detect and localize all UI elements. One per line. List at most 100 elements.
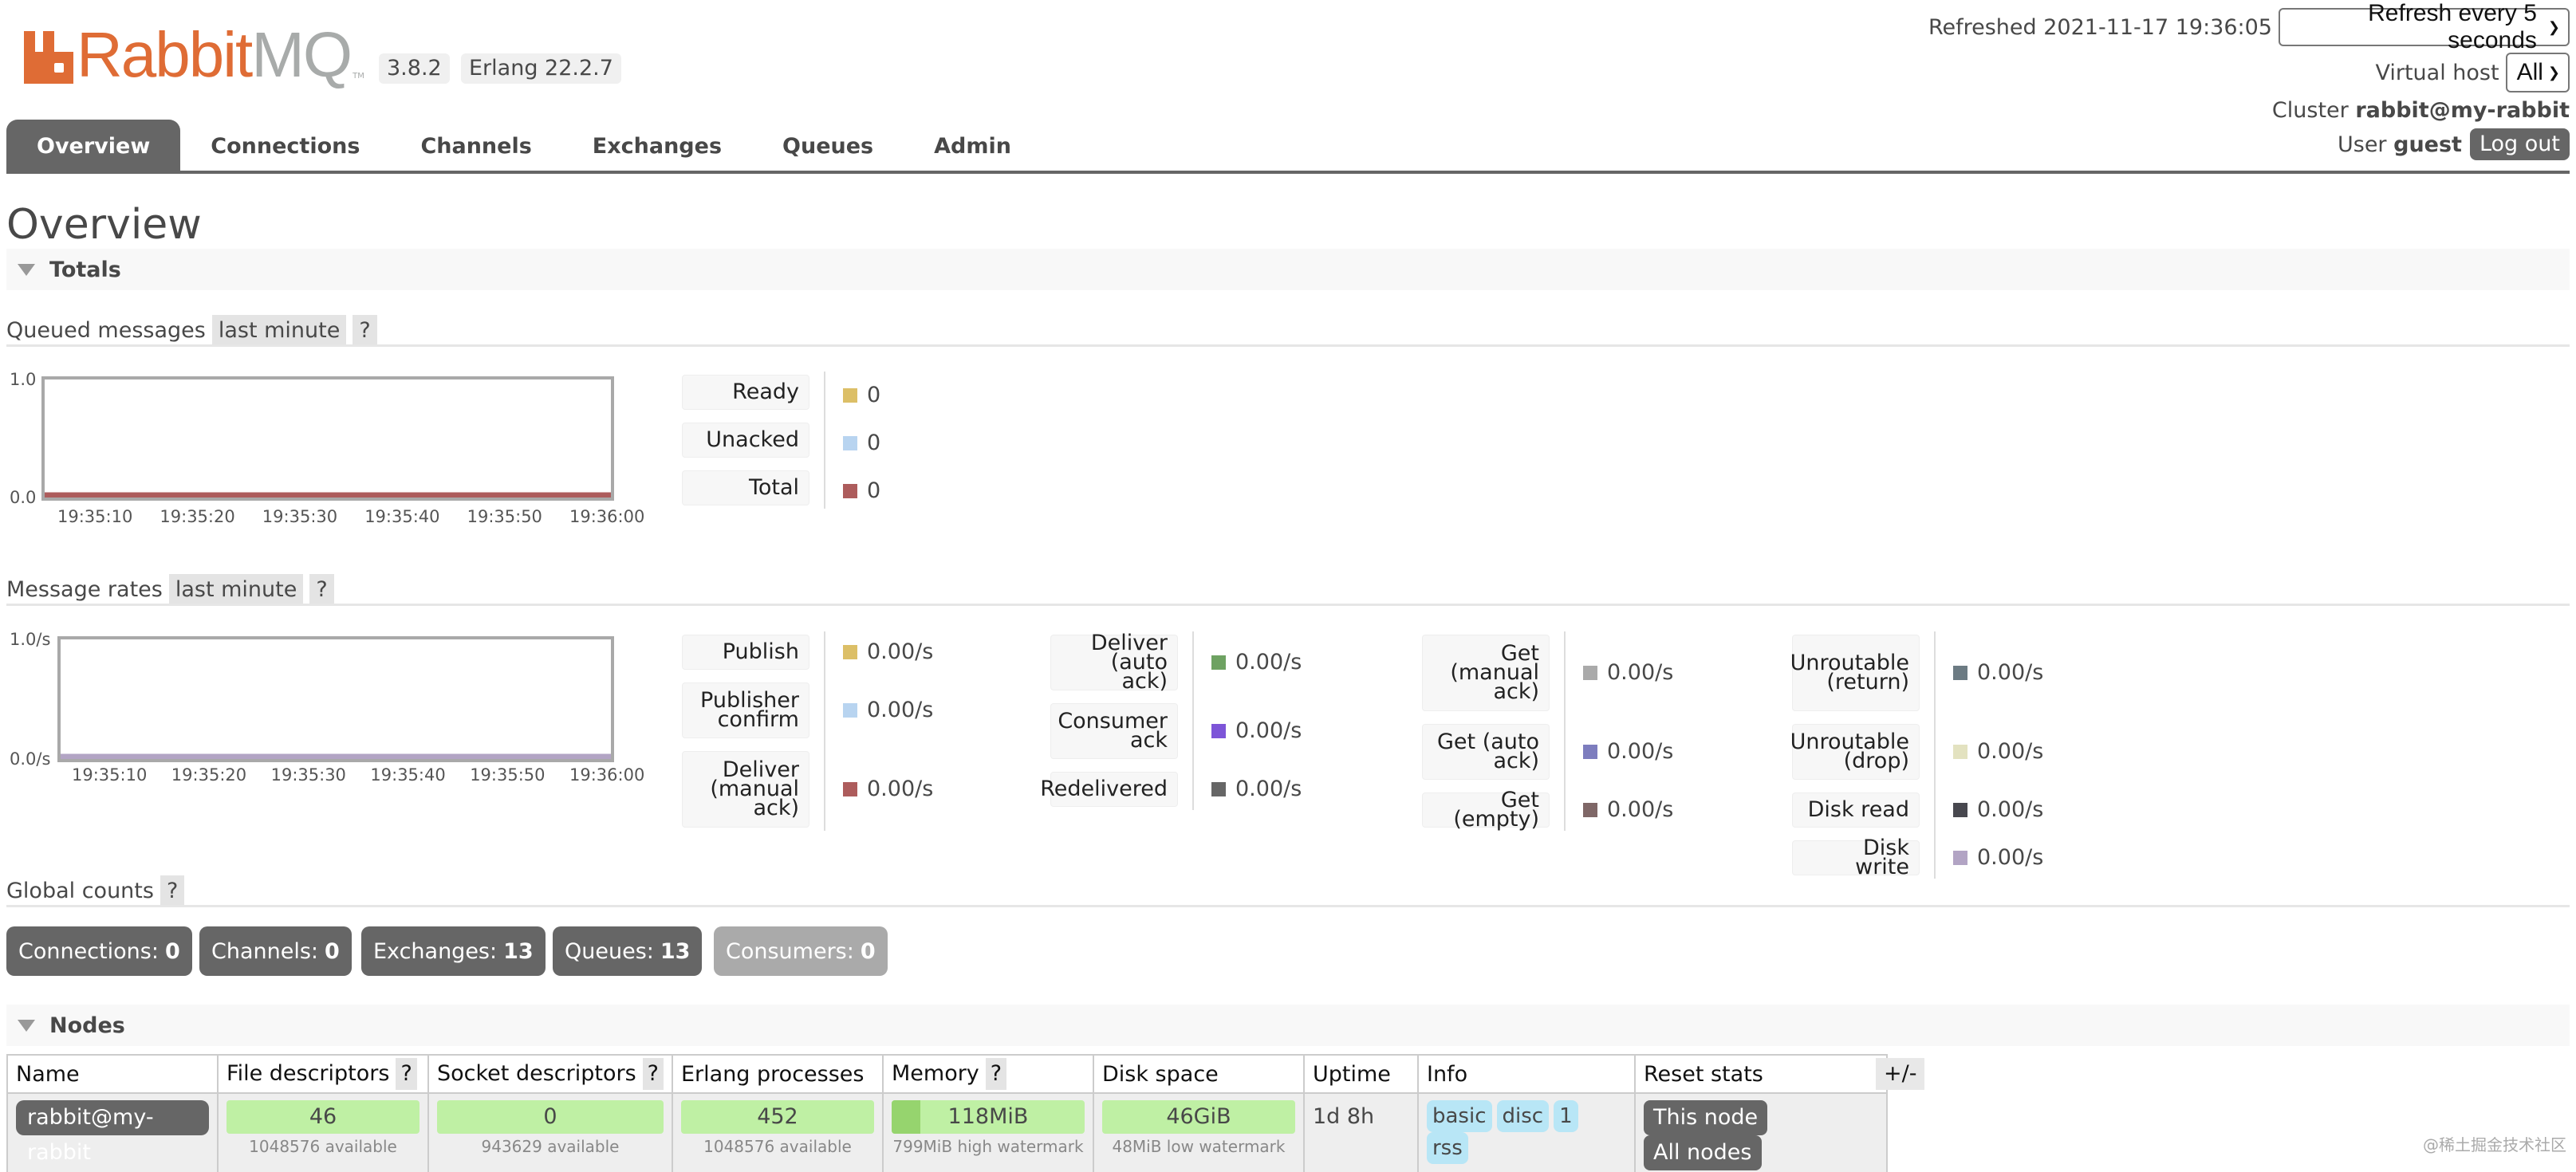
nodes-table: Name File descriptors? Socket descriptor… bbox=[6, 1054, 1888, 1172]
legend-label-unroutable-return: Unroutable (return) bbox=[1790, 635, 1920, 711]
table-row: rabbit@my-rabbit 46 1048576 available 0 … bbox=[6, 1092, 1888, 1172]
tab-connections[interactable]: Connections bbox=[180, 120, 390, 172]
memory-used: 118MiB bbox=[947, 1104, 1029, 1129]
disk-usage-bar: 46GiB bbox=[1101, 1100, 1295, 1134]
legend-label-unacked: Unacked bbox=[682, 423, 809, 458]
rate-value-get-auto-ack: 0.00/s bbox=[1607, 739, 1674, 764]
connections-count-label: Connections: bbox=[18, 938, 159, 964]
memory-help-button[interactable]: ? bbox=[985, 1058, 1007, 1090]
legend-label-publisher-confirm: Publisher confirm bbox=[682, 682, 809, 738]
color-swatch-get-auto-ack bbox=[1583, 744, 1597, 759]
queued-range-selector[interactable]: last minute bbox=[211, 315, 347, 344]
tab-channels[interactable]: Channels bbox=[390, 120, 561, 172]
exchanges-count-button[interactable]: Exchanges: 13 bbox=[361, 926, 546, 976]
rate-value-get-manual-ack: 0.00/s bbox=[1607, 660, 1674, 685]
sd-help-button[interactable]: ? bbox=[642, 1058, 664, 1090]
vhost-select[interactable]: All ❯ bbox=[2505, 53, 2570, 92]
legend-label-get-auto-ack: Get (auto ack) bbox=[1422, 724, 1550, 780]
col-erlang-processes: Erlang processes bbox=[671, 1054, 884, 1094]
main-nav: Overview Connections Channels Exchanges … bbox=[6, 120, 1042, 172]
col-file-descriptors-label: File descriptors bbox=[226, 1061, 390, 1086]
rates-help-button[interactable]: ? bbox=[309, 574, 334, 604]
fd-help-button[interactable]: ? bbox=[396, 1058, 417, 1090]
chevron-down-icon: ❯ bbox=[2547, 18, 2560, 35]
memory-usage-bar: 118MiB bbox=[891, 1100, 1085, 1134]
rate-value-publisher-confirm: 0.00/s bbox=[867, 698, 934, 722]
tab-admin[interactable]: Admin bbox=[904, 120, 1042, 172]
connections-count-button[interactable]: Connections: 0 bbox=[6, 926, 192, 976]
reset-all-nodes-button[interactable]: All nodes bbox=[1643, 1135, 1762, 1170]
cell-disk-space: 46GiB 48MiB low watermark bbox=[1092, 1092, 1305, 1172]
collapse-triangle-icon bbox=[18, 1019, 35, 1032]
totals-section-toggle[interactable]: Totals bbox=[6, 249, 2570, 290]
rates-x-tick: 19:36:00 bbox=[569, 765, 645, 785]
user-name: guest bbox=[2393, 132, 2462, 157]
legend-divider bbox=[1192, 631, 1194, 810]
cell-socket-descriptors: 0 943629 available bbox=[427, 1092, 673, 1172]
queues-count-button[interactable]: Queues: 13 bbox=[553, 926, 703, 976]
rate-value-deliver-manual-ack: 0.00/s bbox=[867, 777, 934, 801]
rates-y-max: 1.0/s bbox=[10, 630, 51, 649]
queues-count-label: Queues: bbox=[565, 938, 654, 964]
toggle-columns-button[interactable]: +/- bbox=[1876, 1058, 1925, 1090]
cell-erlang-processes: 452 1048576 available bbox=[671, 1092, 884, 1172]
global-counts-title: Global counts bbox=[6, 879, 154, 903]
rates-x-tick: 19:35:20 bbox=[171, 765, 247, 785]
rabbit-logo-icon bbox=[24, 31, 73, 84]
channels-count-button[interactable]: Channels: 0 bbox=[199, 926, 352, 976]
legend-value-consumer-ack: 0.00/s bbox=[1211, 718, 1302, 743]
refresh-interval-select[interactable]: Refresh every 5 seconds ❯ bbox=[2279, 0, 2570, 53]
col-socket-descriptors-label: Socket descriptors bbox=[437, 1061, 636, 1086]
legend-value-get-manual-ack: 0.00/s bbox=[1583, 660, 1673, 685]
info-badge-count: 1 bbox=[1554, 1100, 1578, 1132]
queues-count-value: 13 bbox=[660, 938, 691, 964]
tab-queues[interactable]: Queues bbox=[752, 120, 904, 172]
legend-divider bbox=[1934, 631, 1936, 879]
logo-text-mq: MQ bbox=[251, 19, 353, 90]
collapse-triangle-icon bbox=[18, 263, 35, 276]
rates-range-selector[interactable]: last minute bbox=[168, 574, 304, 604]
tab-overview[interactable]: Overview bbox=[6, 120, 181, 172]
cell-file-descriptors: 46 1048576 available bbox=[217, 1092, 429, 1172]
logout-button[interactable]: Log out bbox=[2469, 128, 2570, 160]
cell-memory: 118MiB 799MiB high watermark bbox=[881, 1092, 1094, 1172]
message-rates-header: Message rates last minute ? bbox=[6, 574, 2570, 606]
rate-value-redelivered: 0.00/s bbox=[1235, 777, 1302, 801]
legend-value-disk-write: 0.00/s bbox=[1953, 845, 2043, 870]
color-swatch-disk-read bbox=[1953, 802, 1967, 817]
rate-value-unroutable-return: 0.00/s bbox=[1977, 660, 2044, 685]
rates-x-tick: 19:35:30 bbox=[270, 765, 346, 785]
cluster-label: Cluster bbox=[2271, 97, 2349, 123]
node-name-link[interactable]: rabbit@my-rabbit bbox=[16, 1100, 209, 1165]
color-swatch-redelivered bbox=[1211, 781, 1226, 796]
nodes-section-toggle[interactable]: Nodes bbox=[6, 1005, 2570, 1046]
legend-label-get-empty: Get (empty) bbox=[1422, 789, 1550, 830]
channels-count-label: Channels: bbox=[211, 938, 319, 964]
global-counts-header: Global counts ? bbox=[6, 875, 2570, 907]
vhost-value: All bbox=[2516, 59, 2543, 85]
tab-exchanges[interactable]: Exchanges bbox=[562, 120, 752, 172]
color-swatch-unroutable-drop bbox=[1953, 744, 1967, 759]
rate-value-publish: 0.00/s bbox=[867, 639, 934, 664]
color-swatch-publisher-confirm bbox=[843, 702, 857, 718]
rates-y-min: 0.0/s bbox=[10, 749, 51, 769]
reset-this-node-button[interactable]: This node bbox=[1643, 1100, 1768, 1135]
page-title: Overview bbox=[6, 201, 202, 249]
queued-messages-title: Queued messages bbox=[6, 318, 206, 343]
global-counts-help-button[interactable]: ? bbox=[160, 875, 185, 905]
header-status: Refreshed 2021-11-17 19:36:05 Refresh ev… bbox=[1928, 0, 2570, 161]
table-header-row: Name File descriptors? Socket descriptor… bbox=[6, 1054, 1888, 1094]
info-badge-basic: basic bbox=[1426, 1100, 1492, 1132]
queued-x-tick: 19:35:50 bbox=[467, 507, 542, 526]
color-swatch-unacked bbox=[843, 435, 857, 450]
cell-reset-stats: This nodeAll nodes bbox=[1633, 1092, 1888, 1172]
proc-used: 452 bbox=[757, 1104, 798, 1129]
queued-help-button[interactable]: ? bbox=[353, 315, 377, 344]
rabbitmq-logo[interactable]: Rabbit MQ TM bbox=[24, 19, 364, 90]
rates-x-tick: 19:35:40 bbox=[370, 765, 446, 785]
nav-divider bbox=[6, 171, 2570, 174]
legend-label-redelivered: Redelivered bbox=[1040, 772, 1178, 807]
col-uptime: Uptime bbox=[1302, 1054, 1419, 1094]
color-swatch-total bbox=[843, 483, 857, 498]
col-reset-stats: Reset stats bbox=[1633, 1054, 1888, 1094]
